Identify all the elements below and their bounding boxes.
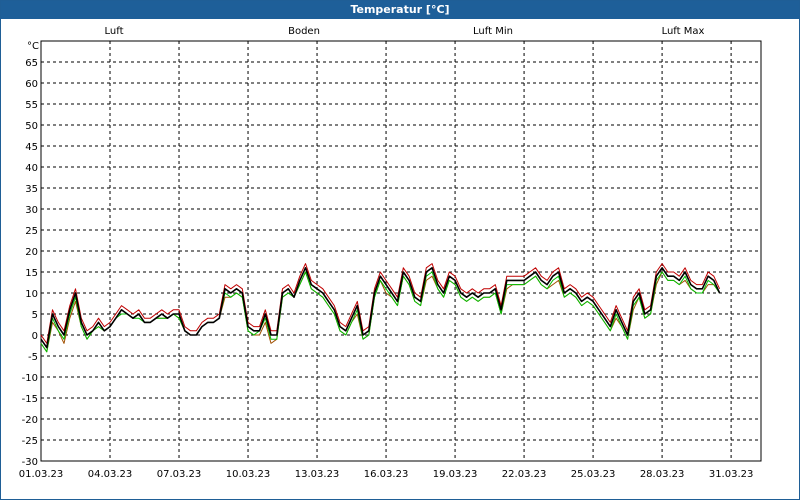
y-tick-label: 10 [25, 289, 38, 300]
x-tick-label: 04.03.23 [88, 469, 133, 480]
x-tick-label: 25.03.23 [571, 469, 616, 480]
y-tick-label: 60 [25, 79, 38, 90]
y-tick-label: 45 [25, 142, 38, 153]
y-tick-label: 50 [25, 121, 38, 132]
x-tick-label: 22.03.23 [502, 469, 547, 480]
x-tick-label: 10.03.23 [226, 469, 271, 480]
y-tick-label: 35 [25, 184, 38, 195]
x-tick-label: 07.03.23 [157, 469, 202, 480]
y-axis: 65605550454035302520151050-5-10-15-20-25… [22, 58, 38, 468]
y-tick-label: 65 [25, 58, 38, 69]
y-tick-label: -30 [22, 457, 38, 468]
y-tick-label: 5 [32, 310, 38, 321]
y-tick-label: 30 [25, 205, 38, 216]
y-tick-label: 25 [25, 226, 38, 237]
y-axis-unit: °C [27, 41, 39, 52]
y-tick-label: -5 [28, 352, 38, 363]
temperature-chart: °C 65605550454035302520151050-5-10-15-20… [19, 40, 762, 480]
series-line-luft [40, 266, 721, 349]
x-tick-label: 31.03.23 [709, 469, 754, 480]
series-lines [40, 263, 721, 353]
y-tick-label: 40 [25, 163, 38, 174]
x-axis: 01.03.23 04.03.23 07.03.23 10.03.23 13.03.23… [19, 469, 754, 480]
y-tick-label: 15 [25, 268, 38, 279]
x-tick-label: 28.03.23 [640, 469, 685, 480]
y-tick-label: 20 [25, 247, 38, 258]
x-tick-label: 01.03.23 [19, 469, 64, 480]
y-tick-label: 0 [32, 331, 38, 342]
y-tick-label: 55 [25, 100, 38, 111]
y-tick-label: -20 [22, 415, 38, 426]
y-tick-label: -10 [22, 373, 38, 384]
x-tick-label: 13.03.23 [295, 469, 340, 480]
chart-window: Temperatur [°C] Luft Boden Luft Min Luft… [0, 0, 800, 500]
y-tick-label: -15 [22, 394, 38, 405]
grid [41, 41, 761, 461]
x-tick-label: 16.03.23 [364, 469, 409, 480]
x-tick-label: 19.03.23 [433, 469, 478, 480]
y-tick-label: -25 [22, 436, 38, 447]
